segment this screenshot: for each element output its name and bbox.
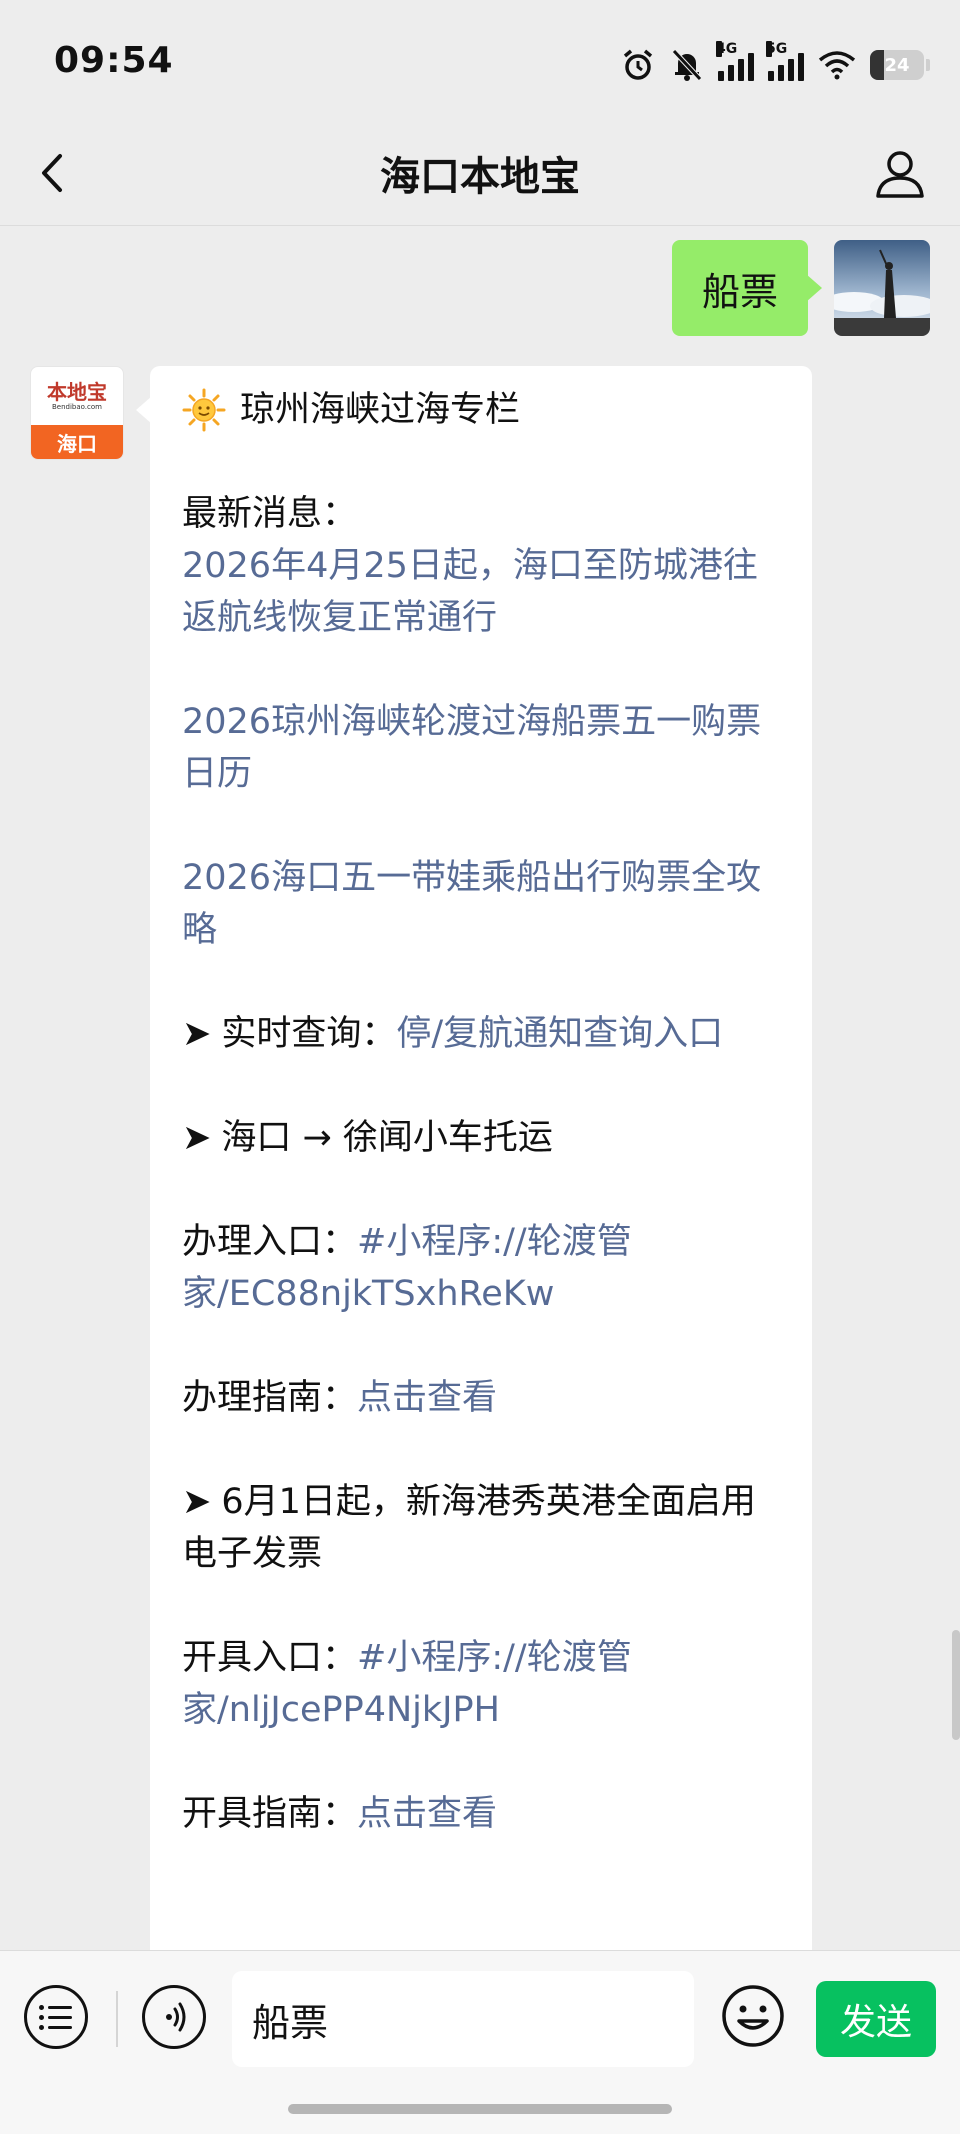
battery-icon: 24 — [870, 50, 930, 80]
nav-bar: 海口本地宝 — [0, 120, 960, 226]
sun-icon — [182, 388, 226, 432]
emoji-icon[interactable] — [720, 1983, 786, 2049]
handle-guide-label: 办理指南： — [182, 1378, 358, 1418]
divider — [116, 1991, 118, 2047]
invoice-guide-link[interactable]: 点击查看 — [357, 1794, 497, 1834]
realtime-query-row: ➤ 实时查询：停/复航通知查询入口 — [182, 1008, 782, 1060]
transport-heading-row: ➤ 海口 → 徐闻小车托运 — [182, 1112, 782, 1164]
news-link-2[interactable]: 2026琼州海峡轮渡过海船票五一购票日历 — [182, 696, 782, 800]
sent-message-bubble[interactable]: 船票 — [671, 240, 823, 336]
arrow-icon: ➤ — [182, 1118, 212, 1158]
status-bar: 09:54 4G 5G 24 — [0, 0, 960, 120]
mute-icon — [670, 47, 704, 83]
sender-site-text: Bendibao.com — [51, 402, 102, 411]
arrow-icon: ➤ — [182, 1014, 212, 1054]
invoice-heading: 6月1日起，新海港秀英港全面启用电子发票 — [182, 1482, 756, 1574]
voice-icon[interactable] — [142, 1985, 206, 2049]
signal-5g-icon: 5G — [766, 41, 804, 81]
news-link-1[interactable]: 2026年4月25日起，海口至防城港往返航线恢复正常通行 — [182, 540, 782, 644]
latest-news-block: 最新消息： 2026年4月25日起，海口至防城港往返航线恢复正常通行 — [182, 488, 782, 644]
invoice-guide-row: 开具指南：点击查看 — [182, 1788, 782, 1840]
person-icon[interactable] — [870, 144, 930, 204]
network-4g-label: 4G — [716, 41, 738, 57]
handle-guide-row: 办理指南：点击查看 — [182, 1372, 782, 1424]
received-message-bubble: 琼州海峡过海专栏 最新消息： 2026年4月25日起，海口至防城港往返航线恢复正… — [136, 366, 812, 1950]
transport-heading: 海口 → 徐闻小车托运 — [221, 1118, 553, 1158]
send-button[interactable]: 发送 — [816, 1981, 936, 2057]
chat-area[interactable]: 船票 本地宝 Bendibao.com 海口 琼州海峡过海专栏 最新消息： 20… — [0, 226, 960, 1950]
scrollbar[interactable] — [952, 1630, 960, 1740]
handle-entry-row: 办理入口：#小程序://轮渡管家/EC88njkTSxhReKw — [182, 1216, 782, 1320]
alarm-icon — [620, 47, 656, 83]
arrow-icon: ➤ — [182, 1482, 212, 1522]
news-link-3[interactable]: 2026海口五一带娃乘船出行购票全攻略 — [182, 852, 782, 956]
sent-message-text: 船票 — [701, 269, 778, 314]
avatar[interactable] — [834, 240, 930, 336]
status-icons: 4G 5G 24 — [620, 40, 930, 90]
sender-avatar[interactable]: 本地宝 Bendibao.com 海口 — [30, 366, 124, 460]
home-indicator[interactable] — [288, 2104, 672, 2114]
latest-news-label: 最新消息： — [182, 494, 358, 534]
handle-guide-link[interactable]: 点击查看 — [357, 1378, 497, 1418]
network-5g-label: 5G — [766, 41, 788, 57]
page-title: 海口本地宝 — [380, 154, 580, 200]
message-input-value: 船票 — [252, 2000, 329, 2045]
realtime-query-label: 实时查询： — [221, 1014, 397, 1054]
message-title-row: 琼州海峡过海专栏 — [182, 384, 782, 436]
menu-list-icon[interactable] — [24, 1985, 88, 2049]
sender-brand-text: 本地宝 — [47, 379, 107, 404]
message-input[interactable]: 船票 — [232, 1971, 694, 2067]
status-time: 09:54 — [54, 40, 174, 81]
wifi-icon — [818, 50, 856, 80]
invoice-guide-label: 开具指南： — [182, 1794, 358, 1834]
invoice-entry-label: 开具入口： — [182, 1638, 358, 1678]
handle-entry-label: 办理入口： — [182, 1222, 358, 1262]
battery-level: 24 — [884, 54, 910, 76]
signal-4g-icon: 4G — [716, 41, 754, 81]
invoice-heading-row: ➤ 6月1日起，新海港秀英港全面启用电子发票 — [182, 1476, 782, 1580]
sender-city-text: 海口 — [31, 425, 123, 459]
message-title: 琼州海峡过海专栏 — [240, 390, 521, 430]
invoice-entry-row: 开具入口：#小程序://轮渡管家/nljJcePP4NjkJPH — [182, 1632, 782, 1736]
realtime-query-link[interactable]: 停/复航通知查询入口 — [396, 1014, 723, 1054]
